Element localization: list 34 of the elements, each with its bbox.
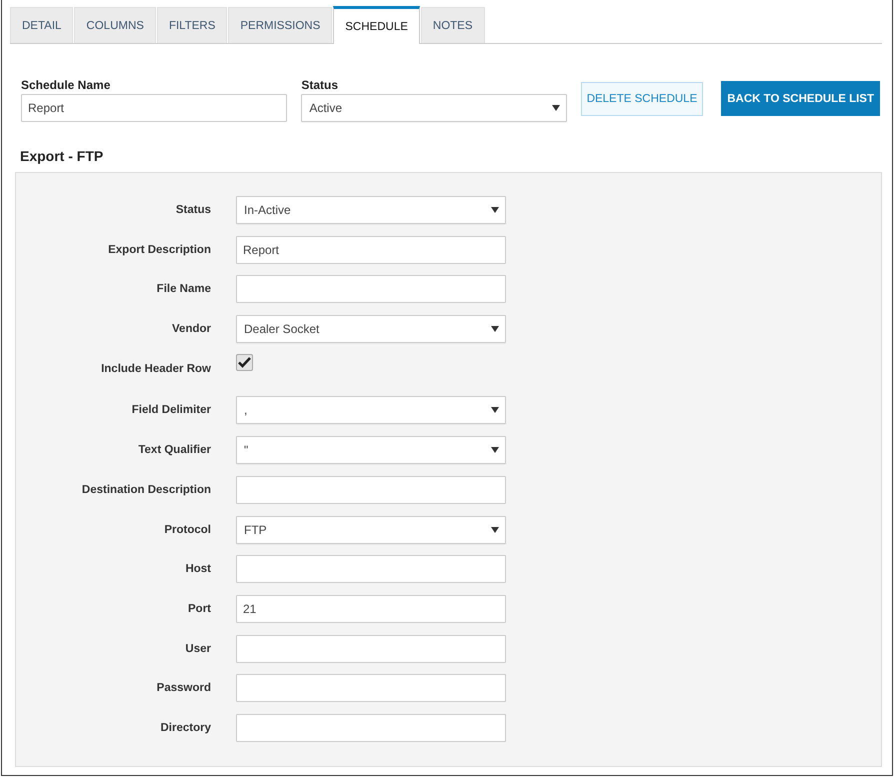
field-label: Include Header Row (101, 362, 211, 375)
field-label: Destination Description (82, 484, 211, 496)
field-label: File Name (156, 283, 211, 296)
select-field[interactable]: Dealer Socket (236, 315, 506, 344)
tab[interactable]: PERMISSIONS (228, 7, 332, 43)
input-field[interactable]: 21 (236, 594, 506, 623)
field-label: User (185, 642, 211, 655)
tab[interactable]: NOTES (420, 7, 485, 43)
field-label: Password (156, 682, 211, 694)
field-label: Status (301, 78, 340, 92)
select-field[interactable]: , (236, 396, 506, 424)
field-label: Port (188, 602, 211, 615)
status-select[interactable]: Active (301, 94, 567, 122)
field-label: Protocol (164, 524, 211, 536)
select-field[interactable]: In-Active (236, 196, 506, 224)
field-label: Vendor (172, 323, 211, 336)
field-label: Host (185, 563, 211, 576)
field-label: Status (176, 204, 211, 216)
field-label: Export Description (108, 244, 211, 256)
field-label: Field Delimiter (132, 404, 211, 416)
select-field[interactable]: FTP (236, 516, 506, 544)
field-label: Schedule Name (21, 78, 112, 92)
section-title: Export - FTP (20, 148, 104, 164)
back-button[interactable]: BACK TO SCHEDULE LIST (721, 81, 880, 116)
input-field[interactable]: Report (21, 94, 288, 122)
field-label: Directory (160, 722, 211, 734)
tab[interactable]: SCHEDULE (333, 6, 420, 44)
delete-button[interactable]: DELETE SCHEDULE (580, 82, 704, 116)
tab[interactable]: COLUMNS (74, 7, 156, 43)
input-field[interactable]: Report (236, 236, 506, 264)
field-label: Text Qualifier (138, 444, 211, 456)
tab[interactable]: FILTERS (156, 7, 228, 43)
tab[interactable]: DETAIL (10, 7, 74, 43)
select-field[interactable]: " (236, 436, 506, 464)
